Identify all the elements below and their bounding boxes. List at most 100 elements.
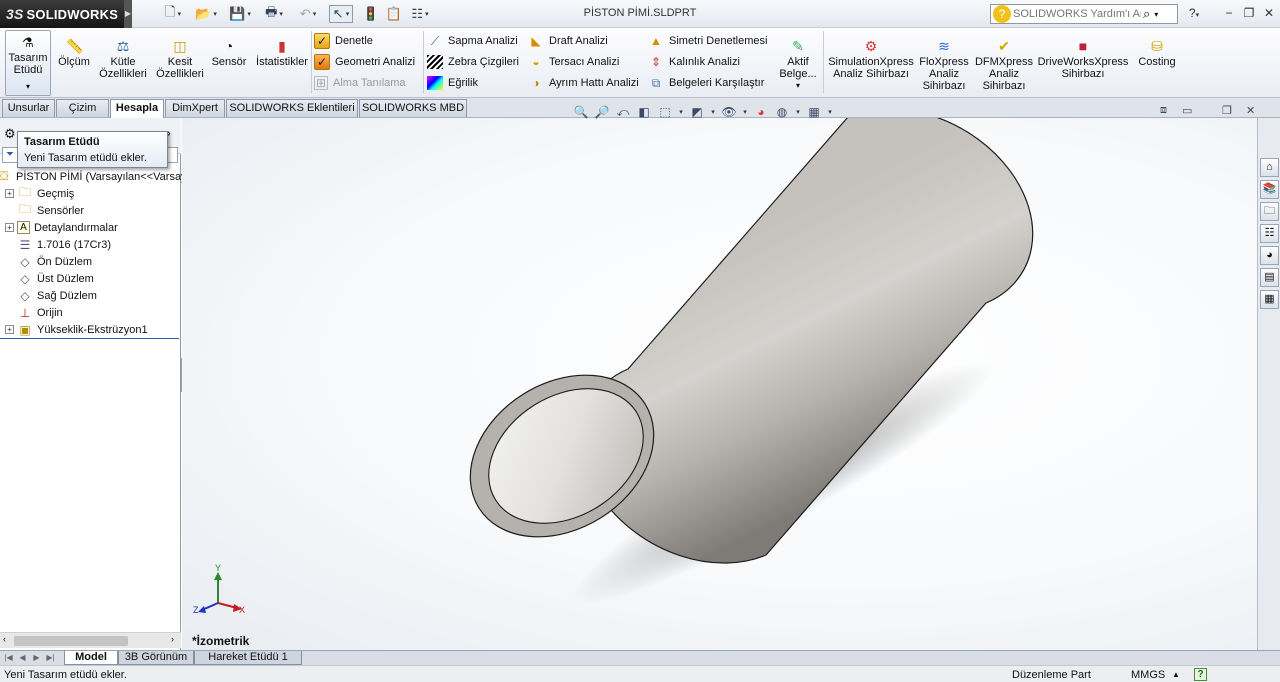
tree-item-sensors[interactable]: 🗀 Sensörler	[0, 202, 84, 219]
search-dropdown-icon[interactable]: ▾	[1154, 10, 1158, 19]
minimize-icon[interactable]: −	[1220, 5, 1238, 21]
parting-line-analysis-button[interactable]: ◑ Ayrım Hattı Analizi	[528, 73, 638, 93]
tree-item-top-plane[interactable]: ◇ Üst Düzlem	[0, 270, 93, 287]
sensor-button[interactable]: ◔ Sensör	[210, 32, 248, 94]
next-tab-icon[interactable]: ▶	[30, 652, 43, 664]
expand-plus-icon[interactable]: +	[5, 189, 14, 198]
appearances-icon[interactable]: ◕	[1260, 246, 1279, 265]
menu-expand-arrow-icon[interactable]: ▶	[124, 0, 132, 28]
floxpress-button[interactable]: ≋ FloXpress Analiz Sihirbazı	[917, 32, 971, 94]
tree-item-history[interactable]: + 🗀 Geçmiş	[0, 185, 74, 202]
tab-solidworks-addins[interactable]: SOLIDWORKS Eklentileri	[226, 99, 358, 117]
expand-plus-icon[interactable]: +	[5, 223, 14, 232]
chevron-down-icon[interactable]: ▾	[794, 108, 802, 116]
tree-item-annotations[interactable]: + A Detaylandırmalar	[0, 219, 118, 236]
tab-evaluate[interactable]: Hesapla	[110, 99, 164, 118]
view-settings-icon[interactable]: ▦	[805, 105, 823, 119]
chevron-down-icon[interactable]: ▾	[6, 81, 50, 93]
panel-horizontal-scrollbar[interactable]: ‹ ›	[0, 632, 181, 648]
tree-item-material[interactable]: ☰ 1.7016 (17Cr3)	[0, 236, 111, 253]
thickness-analysis-button[interactable]: ⇕ Kalınlık Analizi	[648, 52, 740, 72]
tab-3d-views[interactable]: 3B Görünüm	[118, 651, 194, 665]
tab-solidworks-mbd[interactable]: SOLIDWORKS MBD	[359, 99, 467, 117]
zoom-to-fit-icon[interactable]: 🔍	[572, 105, 590, 119]
undo-icon[interactable]: ↶ ▾	[295, 5, 321, 23]
tab-dimxpert[interactable]: DimXpert	[165, 99, 225, 117]
save-icon[interactable]: 💾 ▾	[227, 5, 253, 23]
section-properties-button[interactable]: ◫ Kesit Özellikleri	[153, 32, 207, 94]
section-view-icon[interactable]: ◧	[635, 105, 653, 119]
rebuild-traffic-light-icon[interactable]: 🚦	[362, 5, 380, 23]
tab-motion-study[interactable]: Hareket Etüdü 1	[194, 651, 302, 665]
apply-scene-icon[interactable]: ◍	[773, 105, 791, 119]
solidworks-resources-icon[interactable]: ⌂	[1260, 158, 1279, 177]
check-button[interactable]: ✓ Denetle	[314, 31, 373, 51]
solidworks-logo[interactable]: 3S SOLIDWORKS	[0, 0, 124, 28]
scrollbar-thumb[interactable]	[14, 636, 128, 646]
print-icon[interactable]: 🖶 ▾	[261, 4, 287, 23]
dfmxpress-button[interactable]: ✔ DFMXpress Analiz Sihirbazı	[974, 32, 1034, 94]
view-palette-icon[interactable]: ☷	[1260, 224, 1279, 243]
design-library-icon[interactable]: 📚	[1260, 180, 1279, 199]
unit-system-selector[interactable]: MMGS	[1131, 667, 1165, 682]
simulationxpress-button[interactable]: ⚙ SimulationXpress Analiz Sihirbazı	[828, 32, 914, 94]
options-icon[interactable]: ☷ ▾	[406, 5, 434, 23]
last-tab-icon[interactable]: ▶|	[44, 652, 57, 664]
chevron-down-icon[interactable]: ▾	[677, 108, 685, 116]
first-tab-icon[interactable]: |◀	[2, 652, 15, 664]
active-document-button[interactable]: ✎ Aktif Belge... ▾	[775, 32, 821, 94]
feature-manager-tab-icon[interactable]: ⚙	[4, 126, 16, 142]
display-style-icon[interactable]: ◩	[688, 105, 706, 119]
new-document-icon[interactable]: 🗋 ▾	[160, 4, 186, 23]
scroll-left-icon[interactable]: ‹	[3, 634, 6, 644]
deviation-analysis-button[interactable]: ⟋ Sapma Analizi	[427, 31, 518, 51]
restore-icon[interactable]: ❐	[1240, 5, 1258, 21]
costing-button[interactable]: ⛁ Costing	[1133, 32, 1181, 94]
open-folder-icon[interactable]: 📂 ▾	[193, 5, 219, 23]
view-orientation-icon[interactable]: ⬚	[656, 105, 674, 119]
chevron-down-icon[interactable]: ▾	[709, 108, 717, 116]
chevron-down-icon[interactable]: ▾	[826, 108, 834, 116]
geometry-analysis-button[interactable]: ✓ Geometri Analizi	[314, 52, 415, 72]
draft-analysis-button[interactable]: ◣ Draft Analizi	[528, 31, 607, 51]
help-search-input[interactable]	[1013, 8, 1141, 20]
tree-item-front-plane[interactable]: ◇ Ön Düzlem	[0, 253, 92, 270]
viewport-tile-icon[interactable]: ⧈	[1160, 104, 1167, 117]
edit-appearance-icon[interactable]: ◕	[752, 105, 770, 119]
viewport-minimize-icon[interactable]: ▭	[1182, 104, 1192, 117]
hide-show-items-icon[interactable]: 👁	[720, 105, 738, 119]
previous-tab-icon[interactable]: ◀	[16, 652, 29, 664]
custom-properties-icon[interactable]: ▤	[1260, 268, 1279, 287]
viewport-restore-icon[interactable]: ❐	[1222, 104, 1232, 117]
symmetry-check-button[interactable]: ▲ Simetri Denetlemesi	[648, 31, 767, 51]
scroll-right-icon[interactable]: ›	[171, 634, 174, 644]
graphics-area[interactable]: Y X Z	[182, 118, 1257, 650]
file-explorer-icon[interactable]: 🗀	[1260, 202, 1279, 221]
compare-documents-button[interactable]: ⧉ Belgeleri Karşılaştır	[648, 73, 765, 93]
zoom-to-area-icon[interactable]: 🔎	[593, 105, 611, 119]
chevron-down-icon[interactable]: ▾	[775, 80, 821, 92]
tree-item-boss-extrude[interactable]: + ▣ Yükseklik-Ekstrüzyon1	[0, 321, 148, 338]
quick-tips-help-icon[interactable]: ?	[1194, 668, 1207, 681]
tab-model[interactable]: Model	[64, 651, 118, 665]
tree-item-right-plane[interactable]: ◇ Sağ Düzlem	[0, 287, 97, 304]
rollback-bar[interactable]	[0, 338, 179, 339]
expand-plus-icon[interactable]: +	[5, 325, 14, 334]
select-pointer-icon[interactable]: ↖ ▾	[329, 5, 353, 23]
file-properties-icon[interactable]: 📋	[385, 5, 403, 23]
measure-button[interactable]: 📏 Ölçüm	[56, 32, 92, 94]
viewport-close-icon[interactable]: ✕	[1246, 104, 1255, 117]
tab-features[interactable]: Unsurlar	[2, 99, 55, 117]
solidworks-forum-icon[interactable]: ▦	[1260, 290, 1279, 309]
mass-properties-button[interactable]: ⚖ Kütle Özellikleri	[96, 32, 150, 94]
undercut-analysis-button[interactable]: ◒ Tersacı Analizi	[528, 52, 619, 72]
curvature-button[interactable]: Eğrilik	[427, 73, 478, 93]
driveworksxpress-button[interactable]: ■ DriveWorksXpress Sihirbazı	[1037, 32, 1129, 94]
zebra-stripes-button[interactable]: Zebra Çizgileri	[427, 52, 519, 72]
help-search-box[interactable]: ? ⌕ ▾	[990, 4, 1178, 24]
help-menu-icon[interactable]: ?▾	[1185, 5, 1203, 21]
tree-item-origin[interactable]: ⊥ Orijin	[0, 304, 63, 321]
statistics-button[interactable]: ▮ İstatistikler	[253, 32, 311, 94]
close-icon[interactable]: ✕	[1260, 5, 1278, 21]
tab-sketch[interactable]: Çizim	[56, 99, 109, 117]
